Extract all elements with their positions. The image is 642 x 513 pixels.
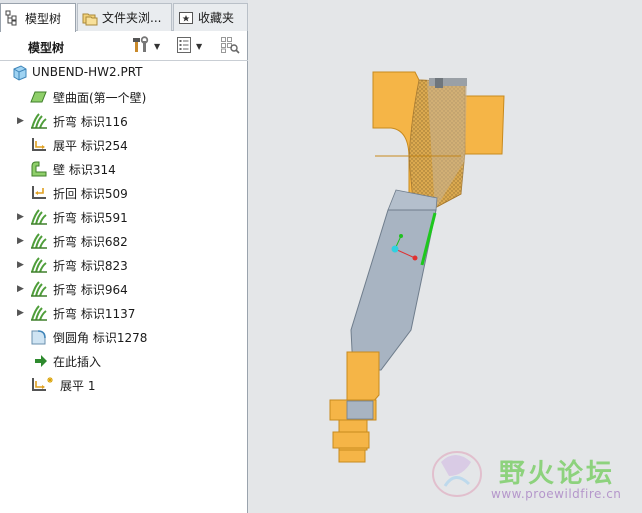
- chevron-down-icon: ▼: [196, 41, 203, 51]
- navigator-tab-strip: 模型树 文件夹浏... 收藏夹: [0, 0, 248, 32]
- model-tree-panel: 模型树 文件夹浏... 收藏夹 模型树 ▼ ▼ UNBEND-HW2.PRT 壁…: [0, 0, 248, 513]
- bend-icon: [30, 232, 48, 250]
- sheetmetal-model-view: [329, 71, 505, 497]
- part-icon: [11, 64, 29, 82]
- tree-item-unbend-1[interactable]: 展平 1: [0, 373, 247, 397]
- tab-label: 收藏夹: [198, 11, 235, 25]
- tab-label: 模型树: [25, 11, 62, 26]
- tree-item-label: 折弯 标识823: [53, 259, 128, 273]
- tab-label: 文件夹浏...: [102, 11, 162, 25]
- flat-wall-icon: [30, 88, 48, 106]
- bend-icon: [30, 208, 48, 226]
- bend-icon: [30, 280, 48, 298]
- tree-item-label: 折弯 标识591: [53, 211, 128, 225]
- watermark-url: www.proewildfire.cn: [491, 487, 622, 501]
- tree-tools-button[interactable]: ▼: [132, 35, 161, 57]
- tree-item-bend-116[interactable]: ▶ 折弯 标识116: [0, 109, 247, 133]
- tree-item-label: 壁曲面(第一个壁): [53, 91, 147, 105]
- x-axis-dot: [412, 255, 418, 261]
- wall-icon: [30, 160, 48, 178]
- show-settings-button[interactable]: ▼: [176, 36, 202, 56]
- watermark-logo-icon: [432, 451, 482, 497]
- bend-icon: [30, 112, 48, 130]
- expand-arrow-icon[interactable]: ▶: [17, 260, 27, 270]
- expand-arrow-icon[interactable]: ▶: [17, 212, 27, 222]
- model-tree-toolbar: 模型树 ▼ ▼: [0, 31, 248, 61]
- boss-cap: [429, 78, 467, 86]
- unbend-new-icon: [30, 376, 53, 394]
- tree-item-insert-here[interactable]: 在此插入: [0, 349, 247, 373]
- tree-item-label: 折弯 标识964: [53, 283, 128, 297]
- panel-title: 模型树: [28, 41, 65, 55]
- bend-icon: [30, 256, 48, 274]
- lower-gray-insert: [346, 400, 374, 420]
- tree-item-label: 展平 1: [60, 379, 96, 393]
- expand-arrow-icon[interactable]: ▶: [17, 116, 27, 126]
- csys-origin: [391, 245, 399, 253]
- tree-item-unbend-254[interactable]: 展平 标识254: [0, 133, 247, 157]
- graphics-viewport[interactable]: 野火论坛 www.proewildfire.cn: [249, 0, 642, 513]
- expand-arrow-icon[interactable]: ▶: [17, 284, 27, 294]
- bottom-end: [338, 449, 366, 463]
- tree-item-wall-314[interactable]: 壁 标识314: [0, 157, 247, 181]
- tree-item-label: 折弯 标识682: [53, 235, 128, 249]
- folder-browser-icon: [82, 10, 98, 26]
- tree-item-label: 倒圆角 标识1278: [53, 331, 148, 345]
- model-tree-icon: [5, 10, 21, 26]
- boss-slot: [435, 78, 443, 88]
- unbend-icon: [30, 136, 48, 154]
- bend-back-icon: [30, 184, 48, 202]
- chevron-down-icon: ▼: [154, 41, 161, 51]
- tapered-flat-sheet: [350, 209, 437, 371]
- tree-item-label: 折弯 标识116: [53, 115, 128, 129]
- tree-item-label: 在此插入: [53, 355, 102, 369]
- tree-item-label: 展平 标识254: [53, 139, 128, 153]
- favorites-icon: [178, 10, 194, 26]
- filter-button[interactable]: [220, 36, 240, 56]
- bottom-stub-flange: [332, 431, 370, 449]
- filter-grid-icon: [220, 36, 240, 57]
- tree-item-label: 折弯 标识1137: [53, 307, 136, 321]
- tree-item-bend-682[interactable]: ▶ 折弯 标识682: [0, 229, 247, 253]
- expand-arrow-icon[interactable]: ▶: [17, 308, 27, 318]
- round-icon: [30, 328, 48, 346]
- tree-item-bend-591[interactable]: ▶ 折弯 标识591: [0, 205, 247, 229]
- tree-item-bend-1137[interactable]: ▶ 折弯 标识1137: [0, 301, 247, 325]
- list-settings-icon: [176, 36, 192, 57]
- expand-arrow-icon[interactable]: ▶: [17, 236, 27, 246]
- hammer-wrench-icon: [132, 35, 150, 57]
- tab-model-tree[interactable]: 模型树: [0, 3, 76, 32]
- tree-item-round-1278[interactable]: 倒圆角 标识1278: [0, 325, 247, 349]
- tree-item-root[interactable]: UNBEND-HW2.PRT: [0, 61, 247, 85]
- y-axis-dot: [399, 234, 403, 238]
- tree-item-bend-back-509[interactable]: 折回 标识509: [0, 181, 247, 205]
- tree-item-label: UNBEND-HW2.PRT: [32, 65, 143, 79]
- insert-here-arrow-icon: [32, 352, 50, 370]
- tree-item-bend-964[interactable]: ▶ 折弯 标识964: [0, 277, 247, 301]
- tree-item-first-wall[interactable]: 壁曲面(第一个壁): [0, 85, 247, 109]
- tree-item-bend-823[interactable]: ▶ 折弯 标识823: [0, 253, 247, 277]
- tree-item-label: 折回 标识509: [53, 187, 128, 201]
- tree-item-label: 壁 标识314: [53, 163, 116, 177]
- tab-folder-browser[interactable]: 文件夹浏...: [77, 3, 172, 31]
- watermark-title: 野火论坛: [499, 459, 616, 489]
- tab-favorites[interactable]: 收藏夹: [173, 3, 248, 31]
- bend-icon: [30, 304, 48, 322]
